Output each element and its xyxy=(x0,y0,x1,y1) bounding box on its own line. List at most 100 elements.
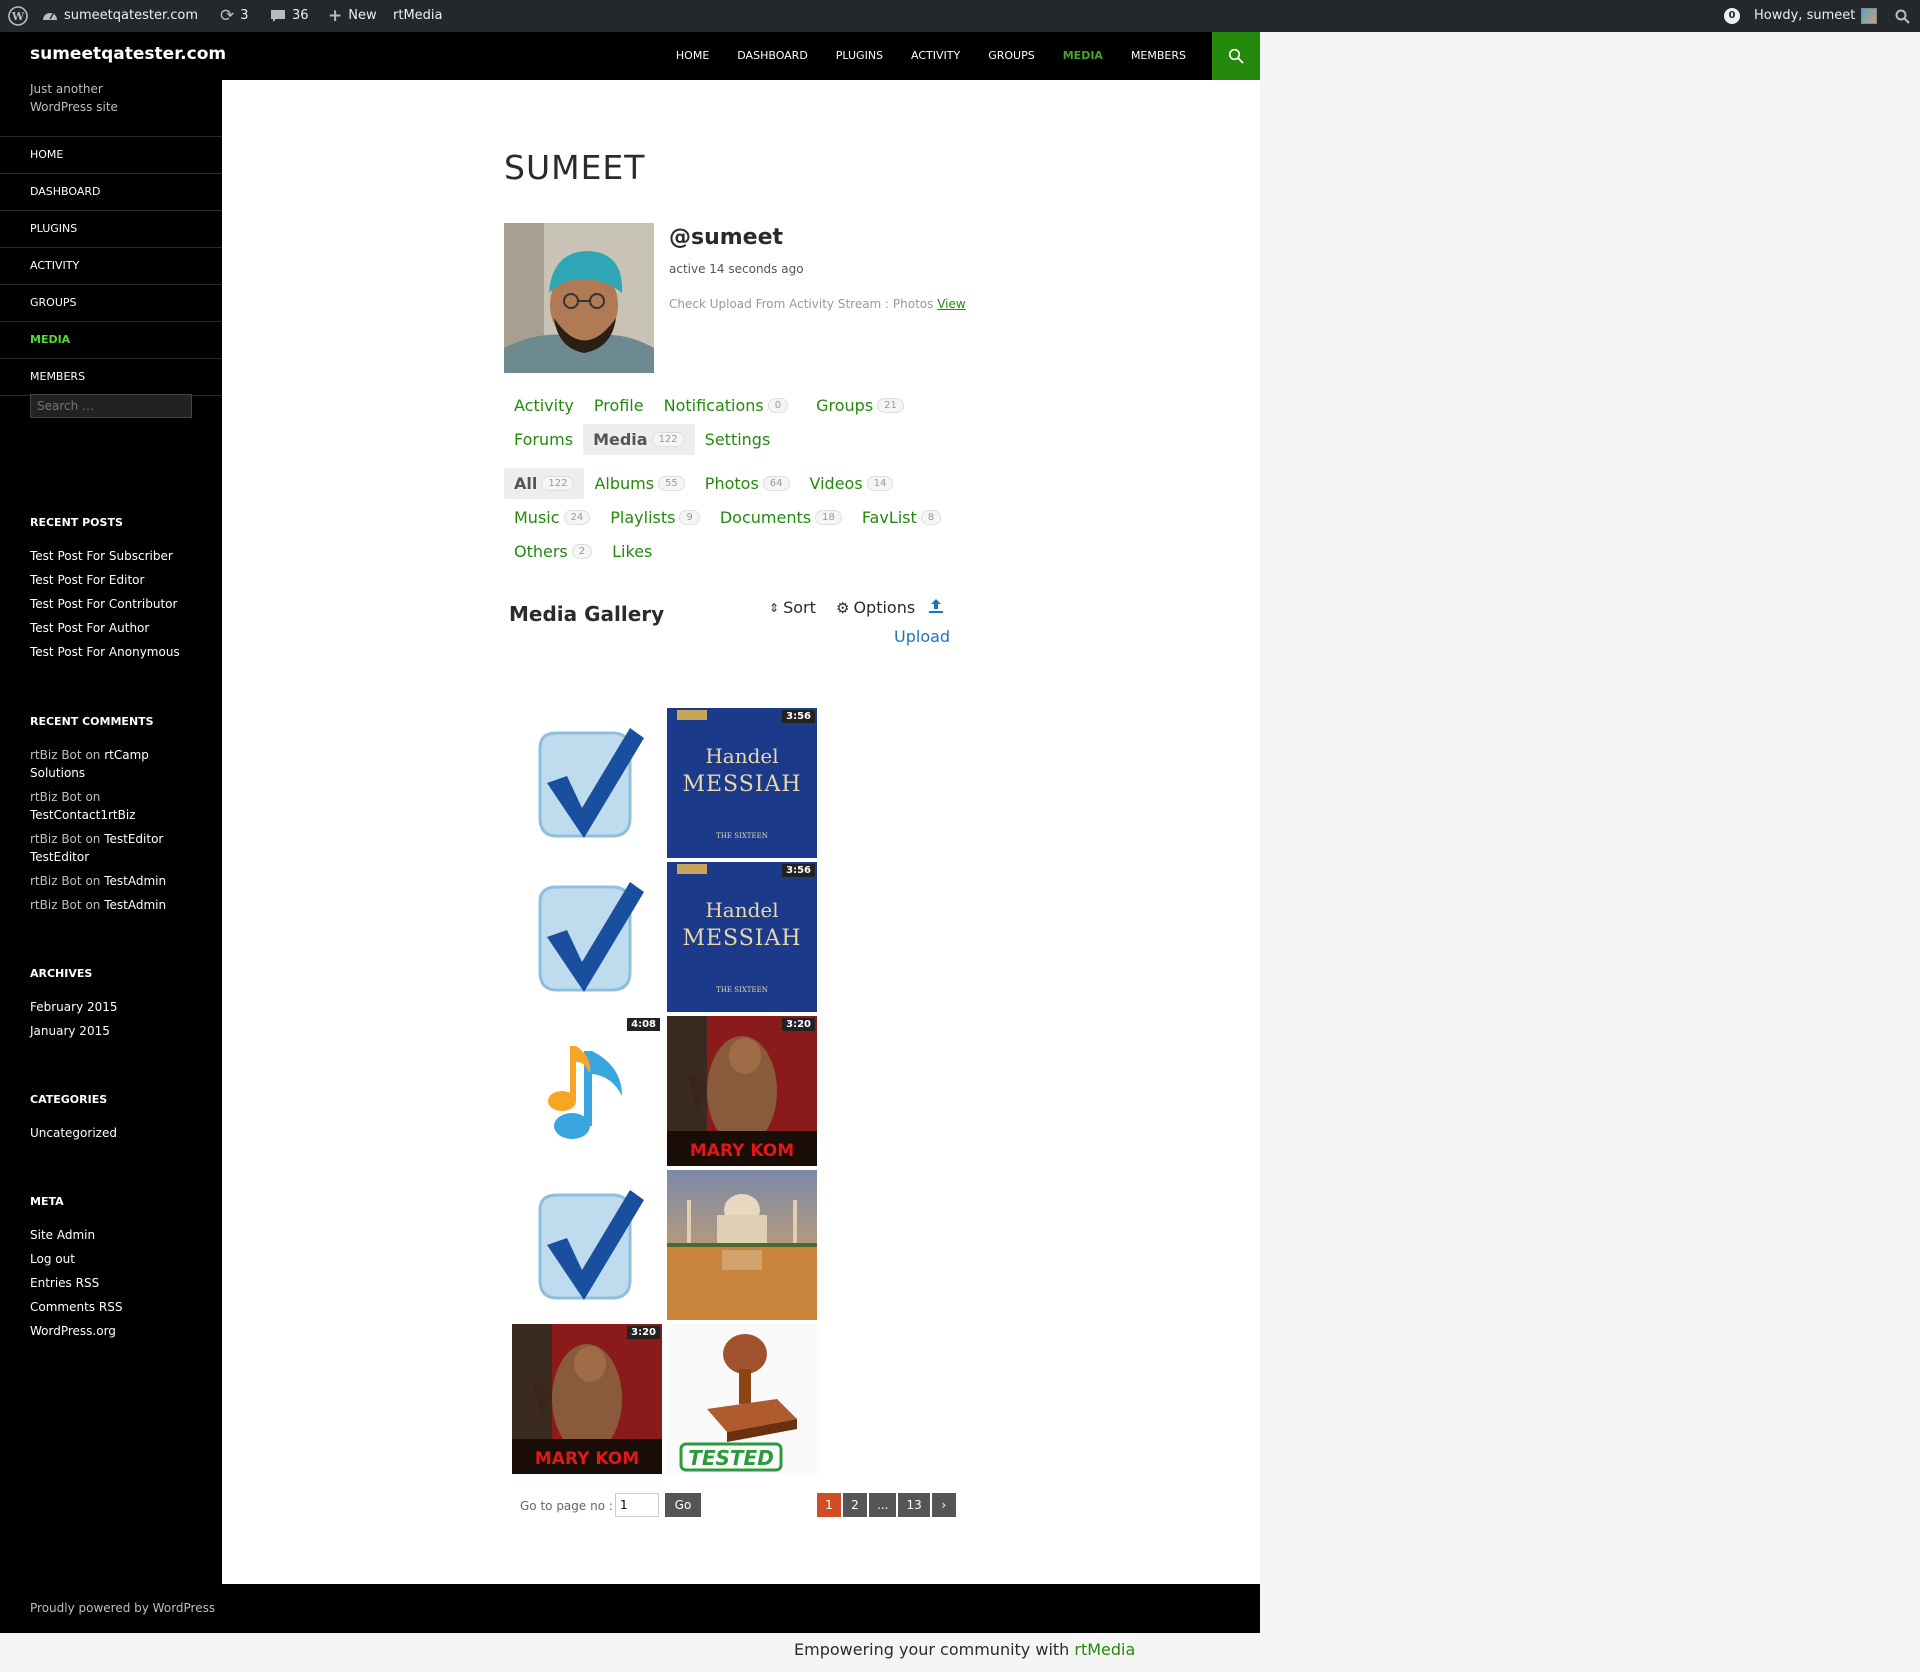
media-thumb-marykom[interactable]: MARY KOM 3:20 xyxy=(512,1324,662,1474)
media-thumb-messiah[interactable]: Handel MESSIAH THE SIXTEEN 3:56 xyxy=(667,862,817,1012)
sidebar-search-input[interactable] xyxy=(30,394,192,418)
meta-link[interactable]: Comments RSS xyxy=(30,1298,200,1316)
nav-dashboard[interactable]: DASHBOARD xyxy=(723,32,822,80)
tab-media[interactable]: Media 122 xyxy=(583,424,695,455)
footer-credit[interactable]: Proudly powered by WordPress xyxy=(30,1601,215,1615)
meta-link[interactable]: Entries RSS xyxy=(30,1274,200,1292)
recent-post-link[interactable]: Test Post For Editor xyxy=(30,571,200,589)
adminbar-site-link[interactable]: sumeetqatester.com xyxy=(42,0,198,32)
avatar-small xyxy=(1861,8,1878,24)
sidebar-item-members[interactable]: MEMBERS xyxy=(0,359,222,396)
tab-playlists[interactable]: Playlists 9 xyxy=(600,502,710,533)
media-thumb-tajmahal[interactable] xyxy=(667,1170,817,1320)
category-link[interactable]: Uncategorized xyxy=(30,1124,200,1142)
next-page-button[interactable]: › xyxy=(931,1493,956,1517)
sidebar-item-groups[interactable]: GROUPS xyxy=(0,285,222,322)
album-line1: Handel xyxy=(705,898,778,922)
meta-link[interactable]: Log out xyxy=(30,1250,200,1268)
page-2[interactable]: 2 xyxy=(843,1493,867,1517)
view-link[interactable]: View xyxy=(937,297,965,311)
tab-all[interactable]: All 122 xyxy=(504,468,585,499)
widget-recent-comments: RECENT COMMENTS rtBiz Bot on rtCamp Solu… xyxy=(30,715,200,920)
sidebar-item-home[interactable]: HOME xyxy=(0,137,222,174)
tab-documents[interactable]: Documents 18 xyxy=(710,502,852,533)
goto-label: Go to page no : xyxy=(520,1499,613,1513)
widget-meta: META Site Admin Log out Entries RSS Comm… xyxy=(30,1195,200,1346)
sidebar-item-activity[interactable]: ACTIVITY xyxy=(0,248,222,285)
main-content: SUMEET @sumeet active 14 seconds ago Che… xyxy=(222,80,1260,1584)
nav-home[interactable]: HOME xyxy=(662,32,723,80)
tab-others[interactable]: Others 2 xyxy=(504,536,602,567)
nav-plugins[interactable]: PLUGINS xyxy=(822,32,897,80)
options-button[interactable]: ⚙ Options xyxy=(836,598,915,617)
media-thumb-music[interactable]: 4:08 xyxy=(512,1016,662,1166)
comment-post-link[interactable]: TestAdmin xyxy=(104,874,166,888)
nav-members[interactable]: MEMBERS xyxy=(1117,32,1200,80)
tab-label: Documents xyxy=(719,508,812,527)
tab-settings[interactable]: Settings xyxy=(695,424,781,455)
tab-favlist[interactable]: FavList 8 xyxy=(852,502,951,533)
comment-author: rtBiz Bot xyxy=(30,748,82,762)
recent-post-link[interactable]: Test Post For Anonymous xyxy=(30,643,200,661)
tab-videos[interactable]: Videos 14 xyxy=(800,468,904,499)
sidebar-item-plugins[interactable]: PLUGINS xyxy=(0,211,222,248)
tab-profile[interactable]: Profile xyxy=(584,390,654,421)
tab-activity[interactable]: Activity xyxy=(504,390,584,421)
search-toggle-button[interactable] xyxy=(1212,32,1260,80)
site-title[interactable]: sumeetqatester.com xyxy=(30,44,226,64)
media-thumb-marykom[interactable]: MARY KOM 3:20 xyxy=(667,1016,817,1166)
adminbar-search-icon[interactable] xyxy=(1895,0,1910,32)
adminbar-comments[interactable]: 36 xyxy=(270,0,309,32)
nav-activity[interactable]: ACTIVITY xyxy=(897,32,974,80)
adminbar-updates[interactable]: ⟳ 3 xyxy=(220,0,249,32)
media-thumb-checkmark[interactable] xyxy=(512,708,662,858)
sidebar-item-dashboard[interactable]: DASHBOARD xyxy=(0,174,222,211)
archive-link[interactable]: January 2015 xyxy=(30,1022,200,1040)
archive-link[interactable]: February 2015 xyxy=(30,998,200,1016)
page-13[interactable]: 13 xyxy=(898,1493,930,1517)
tab-label: Profile xyxy=(593,396,644,415)
sidebar: Just another WordPress site HOME DASHBOA… xyxy=(0,80,222,396)
tab-count: 21 xyxy=(877,398,904,413)
upload-button[interactable]: Upload xyxy=(894,627,950,646)
tab-forums[interactable]: Forums xyxy=(504,424,583,455)
tab-albums[interactable]: Albums 55 xyxy=(584,468,694,499)
goto-page-input[interactable] xyxy=(615,1493,659,1517)
tab-likes[interactable]: Likes xyxy=(602,536,662,567)
adminbar-notifications[interactable]: 0 xyxy=(1724,0,1740,32)
adminbar-new[interactable]: + New xyxy=(328,0,377,32)
recent-post-link[interactable]: Test Post For Author xyxy=(30,619,200,637)
adminbar-account[interactable]: Howdy, sumeet xyxy=(1754,0,1878,32)
recent-post-link[interactable]: Test Post For Subscriber xyxy=(30,547,200,565)
comment-post-link[interactable]: TestContact1rtBiz xyxy=(30,808,135,822)
go-button[interactable]: Go xyxy=(665,1493,701,1517)
nav-media[interactable]: MEDIA xyxy=(1049,32,1117,80)
tab-notifications[interactable]: Notifications 0 xyxy=(654,390,799,421)
rtmedia-link[interactable]: rtMedia xyxy=(1074,1640,1135,1659)
sort-button[interactable]: ⇕ Sort xyxy=(769,598,816,617)
tab-music[interactable]: Music 24 xyxy=(504,502,600,533)
search-icon xyxy=(1228,48,1244,64)
nav-groups[interactable]: GROUPS xyxy=(974,32,1049,80)
media-thumb-checkmark[interactable] xyxy=(512,1170,662,1320)
recent-post-link[interactable]: Test Post For Contributor xyxy=(30,595,200,613)
meta-link[interactable]: WordPress.org xyxy=(30,1322,200,1340)
tab-groups[interactable]: Groups 21 xyxy=(806,390,914,421)
wordpress-logo-icon[interactable]: W xyxy=(8,0,28,32)
media-nav: All 122 Albums 55 Photos 64 Videos 14 xyxy=(504,468,903,499)
upload-icon[interactable] xyxy=(928,598,944,618)
comment-post-link[interactable]: TestAdmin xyxy=(104,898,166,912)
duration-badge: 3:20 xyxy=(627,1326,660,1339)
adminbar-rtmedia[interactable]: rtMedia xyxy=(393,0,443,32)
tab-label: Media xyxy=(593,430,648,449)
tab-photos[interactable]: Photos 64 xyxy=(695,468,800,499)
sidebar-item-media[interactable]: MEDIA xyxy=(0,322,222,359)
widget-archives: ARCHIVES February 2015 January 2015 xyxy=(30,967,200,1046)
meta-link[interactable]: Site Admin xyxy=(30,1226,200,1244)
media-thumb-messiah[interactable]: Handel MESSIAH THE SIXTEEN 3:56 xyxy=(667,708,817,858)
pagination: 1 2 ... 13 › xyxy=(817,1493,956,1517)
avatar[interactable] xyxy=(504,223,654,373)
media-thumb-stamp[interactable]: TESTED xyxy=(667,1324,817,1474)
page-1[interactable]: 1 xyxy=(817,1493,841,1517)
media-thumb-checkmark[interactable] xyxy=(512,862,662,1012)
